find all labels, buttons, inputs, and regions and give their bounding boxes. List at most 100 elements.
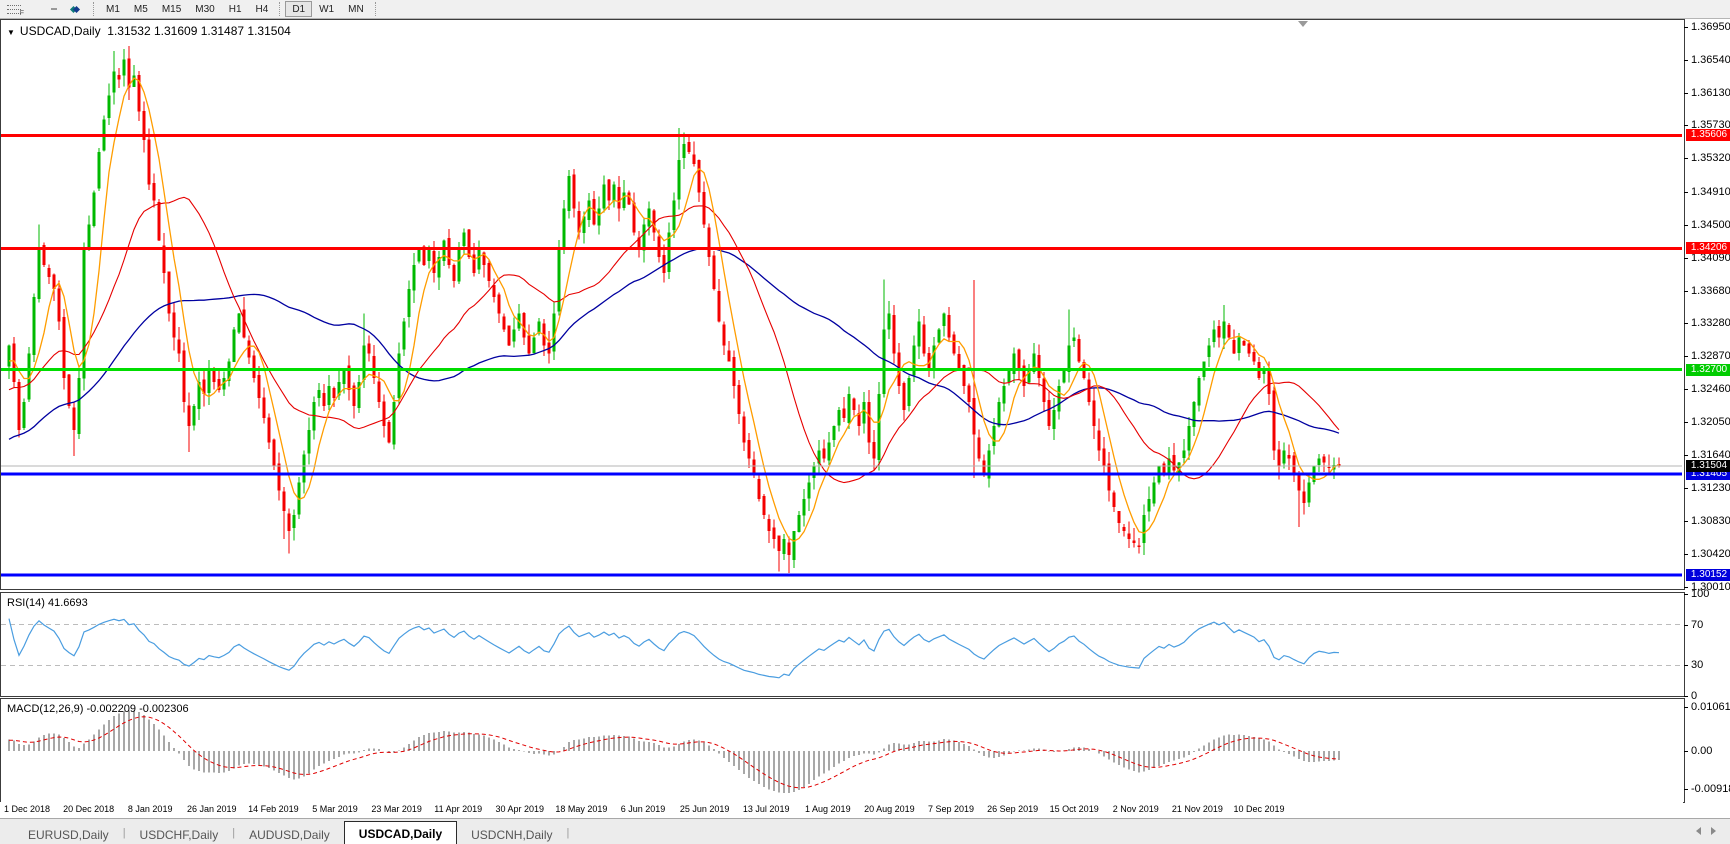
tab-usdcnh[interactable]: USDCNH,Daily: [457, 824, 566, 844]
chart-dropdown-icon[interactable]: ▼: [7, 28, 15, 37]
chart-symbol-label: USDCAD,Daily: [20, 24, 101, 38]
date-label: 1 Dec 2018: [4, 804, 50, 814]
label-tool-button[interactable]: [44, 1, 64, 17]
date-label: 2 Nov 2019: [1113, 804, 1159, 814]
price-tick: [1684, 93, 1688, 94]
price-tick: [1684, 554, 1688, 555]
date-label: 18 May 2019: [555, 804, 607, 814]
tab-usdchf[interactable]: USDCHF,Daily: [126, 824, 233, 844]
date-label: 6 Jun 2019: [621, 804, 666, 814]
date-label: 20 Aug 2019: [864, 804, 915, 814]
rsi-label: RSI(14) 41.6693: [7, 597, 88, 609]
timeframe-d1-button[interactable]: D1: [285, 1, 312, 17]
price-tick: [1684, 291, 1688, 292]
macd-tick-label: 0.00: [1691, 745, 1712, 757]
macd-tick: [1684, 751, 1688, 752]
date-label: 5 Mar 2019: [312, 804, 358, 814]
date-label: 25 Jun 2019: [680, 804, 730, 814]
price-tick: [1684, 192, 1688, 193]
price-level-label: 1.35606: [1686, 129, 1730, 141]
date-label: 30 Apr 2019: [496, 804, 545, 814]
text-label-tool-icon: [51, 8, 57, 10]
chart-ohlc-values: 1.31532 1.31609 1.31487 1.31504: [107, 24, 291, 38]
timeframe-m30-button[interactable]: M30: [188, 1, 221, 17]
rsi-tick-label: 0: [1691, 690, 1697, 702]
price-level-label: 1.31504: [1686, 460, 1730, 472]
date-label: 26 Jan 2019: [187, 804, 237, 814]
tab-separator: |: [566, 827, 569, 839]
date-label: 21 Nov 2019: [1172, 804, 1223, 814]
timeframe-h1-button[interactable]: H1: [222, 1, 249, 17]
price-tick-label: 1.31230: [1691, 482, 1730, 494]
price-tick: [1684, 488, 1688, 489]
rsi-tick: [1684, 665, 1688, 666]
date-label: 8 Jan 2019: [128, 804, 173, 814]
fibonacci-tool-icon: F: [7, 3, 23, 15]
date-label: 13 Jul 2019: [743, 804, 790, 814]
price-tick-label: 1.30830: [1691, 515, 1730, 527]
price-tick-label: 1.35320: [1691, 152, 1730, 164]
tab-scroll-left-icon[interactable]: [1696, 827, 1701, 835]
fibonacci-tool-button[interactable]: F: [0, 1, 30, 17]
macd-values: -0.002209 -0.002306: [86, 703, 188, 715]
price-tick-label: 1.32460: [1691, 383, 1730, 395]
date-label: 23 Mar 2019: [371, 804, 422, 814]
indicator-arrows-icon: [71, 4, 79, 15]
tab-scroll-right-icon[interactable]: [1711, 827, 1716, 835]
rsi-panel[interactable]: RSI(14) 41.6693: [0, 592, 1685, 697]
rsi-value: 41.6693: [48, 597, 88, 609]
price-level-label: 1.34206: [1686, 242, 1730, 254]
price-tick-label: 1.36540: [1691, 54, 1730, 66]
main-chart-panel[interactable]: ▼ USDCAD,Daily 1.31532 1.31609 1.31487 1.…: [0, 19, 1685, 590]
date-label: 14 Feb 2019: [248, 804, 299, 814]
timeframe-mn-button[interactable]: MN: [341, 1, 371, 17]
chart-title: ▼ USDCAD,Daily 1.31532 1.31609 1.31487 1.…: [7, 24, 291, 38]
text-tool-button[interactable]: [30, 1, 44, 17]
price-tick: [1684, 158, 1688, 159]
price-tick: [1684, 225, 1688, 226]
timeframe-m15-button[interactable]: M15: [155, 1, 188, 17]
price-tick: [1684, 521, 1688, 522]
price-tick-label: 1.36130: [1691, 87, 1730, 99]
macd-tick-label: 0.010615: [1691, 701, 1730, 713]
macd-panel[interactable]: MACD(12,26,9) -0.002209 -0.002306: [0, 698, 1685, 803]
price-tick-label: 1.33680: [1691, 285, 1730, 297]
candlestick-chart-canvas[interactable]: [1, 20, 1682, 587]
timeframe-w1-button[interactable]: W1: [312, 1, 341, 17]
rsi-tick-label: 30: [1691, 659, 1703, 671]
date-label: 26 Sep 2019: [987, 804, 1038, 814]
chart-shift-marker-icon: [1298, 21, 1308, 27]
price-tick-label: 1.34500: [1691, 219, 1730, 231]
price-tick-label: 1.36950: [1691, 21, 1730, 33]
price-tick: [1684, 60, 1688, 61]
tab-eurusd[interactable]: EURUSD,Daily: [14, 824, 123, 844]
timeframe-h4-button[interactable]: H4: [249, 1, 276, 17]
timeframe-group: M1M5M15M30H1H4 D1W1MN: [99, 1, 381, 17]
toolbar-separator: [93, 2, 95, 16]
rsi-tick-label: 100: [1691, 588, 1709, 600]
symbol-tab-bar: EURUSD,Daily|USDCHF,Daily|AUDUSD,DailyUS…: [0, 818, 1730, 844]
date-label: 20 Dec 2018: [63, 804, 114, 814]
tab-usdcad[interactable]: USDCAD,Daily: [344, 821, 457, 844]
tab-audusd[interactable]: AUDUSD,Daily: [235, 824, 344, 844]
tab-scrollers: [1696, 827, 1716, 835]
timeframe-m5-button[interactable]: M5: [127, 1, 155, 17]
price-tick: [1684, 455, 1688, 456]
rsi-tick-label: 70: [1691, 619, 1703, 631]
trading-terminal-window: F M1M5M15M30H1H4 D1W1MN ▼ USDCAD,Daily 1.3…: [0, 0, 1730, 844]
price-level-label: 1.32700: [1686, 364, 1730, 376]
timeframe-m1-button[interactable]: M1: [99, 1, 127, 17]
price-tick-label: 1.34910: [1691, 186, 1730, 198]
toolbar-separator: [279, 2, 281, 16]
price-tick: [1684, 356, 1688, 357]
date-label: 1 Aug 2019: [805, 804, 851, 814]
rsi-tick: [1684, 625, 1688, 626]
rsi-chart-canvas[interactable]: [1, 593, 1682, 694]
price-tick: [1684, 125, 1688, 126]
macd-tick-label: -0.009181: [1691, 783, 1730, 795]
macd-chart-canvas[interactable]: [1, 699, 1682, 800]
date-label: 15 Oct 2019: [1050, 804, 1099, 814]
price-tick: [1684, 389, 1688, 390]
price-tick: [1684, 323, 1688, 324]
arrows-tool-button[interactable]: [64, 1, 89, 17]
